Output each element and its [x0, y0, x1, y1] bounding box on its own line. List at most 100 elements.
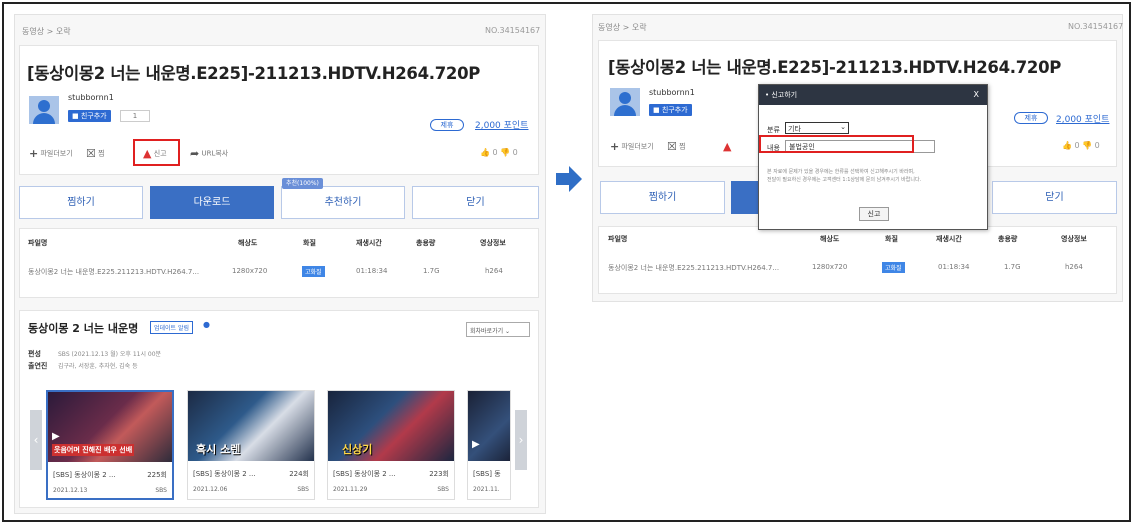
pay-tag-badge: 제휴	[1014, 112, 1048, 124]
post-number: NO.34154167	[1068, 22, 1124, 31]
episode-card[interactable]: 혹시 소렌 [SBS] 동상이몽 2 ... 224회 2021.12.06 S…	[187, 390, 315, 500]
favorite-button[interactable]: ☒ 찜	[86, 147, 105, 160]
avatar	[610, 88, 640, 116]
col-quality: 화질	[885, 235, 898, 243]
col-resolution: 해상도	[238, 239, 258, 247]
col-size: 총용량	[998, 235, 1018, 243]
chevron-down-icon: ⌄	[840, 123, 846, 131]
like-counts[interactable]: 👍 0 👎 0	[1062, 141, 1100, 150]
page-title: [동상이몽2 너는 내운명.E225]-211213.HDTV.H264.720…	[608, 58, 1062, 77]
thumbnail-caption: 신상기	[342, 443, 373, 456]
quality-badge: 고화질	[302, 266, 325, 277]
file-name[interactable]: 동상이몽2 너는 내운명.E225.211213.HDTV.H264.7...	[28, 267, 199, 277]
episode-thumbnail: 웃음어며 진해진 배우 선배 ▶	[48, 392, 172, 462]
report-highlight-box	[133, 139, 180, 166]
report-notice-1: 본 자료에 문제가 있을 경우에는 한류를 선택하여 신고해주시기 바라며,	[767, 169, 915, 175]
url-copy-label: URL복사	[201, 149, 229, 158]
file-table	[598, 226, 1117, 294]
episode-date: 2021.12.06	[193, 486, 228, 493]
download-button[interactable]: 다운로드	[150, 186, 274, 219]
favorite-button[interactable]: ☒ 찜	[667, 140, 686, 153]
col-info: 영상정보	[480, 239, 506, 247]
prev-arrow[interactable]: ‹	[30, 410, 42, 470]
category-label: 분류	[767, 126, 780, 134]
col-quality: 화질	[303, 239, 316, 247]
col-resolution: 해상도	[820, 235, 840, 243]
breadcrumb[interactable]: 동영상 > 오락	[22, 26, 71, 37]
episode-jump-label: 회차바로가기	[470, 328, 504, 335]
file-name[interactable]: 동상이몽2 너는 내운명.E225.211213.HDTV.H264.7...	[608, 263, 779, 273]
like-counts[interactable]: 👍 0 👎 0	[480, 148, 518, 157]
play-icon: ▶	[52, 431, 60, 442]
schedule-label: 편성	[28, 350, 41, 358]
quality-badge: 고화질	[882, 262, 905, 273]
user-plus-icon: ■	[653, 106, 662, 114]
dialog-close-icon[interactable]: X	[974, 85, 979, 105]
add-friend-button[interactable]: ■ 친구추가	[68, 110, 111, 122]
dislike-count: 0	[512, 148, 518, 157]
category-value: 기타	[788, 125, 801, 133]
close-button[interactable]: 닫기	[992, 181, 1117, 214]
update-alert-button[interactable]: 업데이트 알림	[150, 321, 194, 334]
episode-card[interactable]: ▶ [SBS] 동 2021.11.	[467, 390, 511, 500]
episode-number: 224회	[289, 470, 309, 478]
pay-tag-badge: 제휴	[430, 119, 464, 131]
content-highlight-box	[759, 135, 914, 153]
submit-report-button[interactable]: 신고	[859, 207, 889, 221]
add-friend-button[interactable]: ■ 친구추가	[649, 104, 692, 116]
episode-jump-select[interactable]: 회차바로가기 ⌄	[466, 322, 530, 337]
report-dialog-title: • 신고하기	[765, 91, 798, 99]
file-view-label: 파일더보기	[621, 142, 654, 151]
bookmark-icon: ☒	[667, 140, 677, 153]
file-size: 1.7G	[423, 267, 440, 275]
episode-network: SBS	[155, 487, 167, 494]
episode-thumbnail: 신상기	[328, 391, 454, 461]
username[interactable]: stubbornn1	[68, 93, 114, 102]
cast-value: 김구라, 서장훈, 추자현, 김숙 등	[58, 363, 138, 370]
file-size: 1.7G	[1004, 263, 1021, 271]
col-filename: 파일명	[28, 239, 48, 247]
favorite-label: 찜	[98, 149, 105, 158]
next-step-arrow-icon	[556, 166, 582, 192]
col-info: 영상정보	[1061, 235, 1087, 243]
file-duration: 01:18:34	[938, 263, 970, 271]
report-button[interactable]: ▲	[723, 140, 731, 153]
thumbnail-caption: 웃음어며 진해진 배우 선배	[52, 444, 135, 456]
points-price: 2,000 포인트	[475, 121, 529, 131]
thumbs-up-icon: 👍	[1062, 141, 1072, 150]
like-count: 0	[492, 148, 498, 157]
file-table	[19, 228, 539, 298]
episode-title: [SBS] 동	[473, 470, 501, 478]
friend-count: 1	[120, 110, 150, 122]
report-dialog: • 신고하기 X 분류 기타 ⌄ 내용 불법공인 본 자료에 문제가 있을 경우에…	[758, 84, 988, 230]
user-plus-icon: ■	[72, 112, 81, 120]
avatar	[29, 96, 59, 124]
like-count: 0	[1074, 141, 1080, 150]
file-codec: h264	[485, 267, 503, 275]
report-notice-2: 전달이 필요하신 경우에는 고객센터 1:1상담에 문의 남겨주시기 바랍니다.	[767, 177, 922, 183]
schedule-value: SBS (2021.12.13 월) 오후 11시 00분	[58, 351, 162, 358]
col-size: 총용량	[416, 239, 436, 247]
file-view-button[interactable]: + 파일더보기	[610, 140, 654, 153]
report-dialog-title-text: 신고하기	[771, 91, 798, 99]
file-codec: h264	[1065, 263, 1083, 271]
next-arrow[interactable]: ›	[515, 410, 527, 470]
breadcrumb[interactable]: 동영상 > 오락	[598, 22, 647, 33]
close-button[interactable]: 닫기	[412, 186, 539, 219]
username[interactable]: stubbornn1	[649, 88, 695, 97]
recommend-button[interactable]: 추천하기	[281, 186, 405, 219]
program-title: 동상이몽 2 너는 내운명	[28, 322, 139, 335]
episode-card[interactable]: 신상기 [SBS] 동상이몽 2 ... 223회 2021.11.29 SBS	[327, 390, 455, 500]
bookmark-icon: ☒	[86, 147, 96, 160]
wish-button[interactable]: 찜하기	[19, 186, 143, 219]
episode-card[interactable]: 웃음어며 진해진 배우 선배 ▶ [SBS] 동상이몽 2 ... 225회 2…	[46, 390, 174, 500]
info-icon[interactable]: ●	[203, 320, 210, 329]
file-view-button[interactable]: + 파일더보기	[29, 147, 73, 160]
wish-button[interactable]: 찜하기	[600, 181, 725, 214]
add-friend-label: 친구추가	[80, 112, 107, 120]
play-icon: ▶	[472, 439, 480, 450]
chevron-down-icon: ⌄	[505, 328, 511, 335]
file-duration: 01:18:34	[356, 267, 388, 275]
url-copy-button[interactable]: ➦ URL복사	[190, 147, 228, 160]
category-select[interactable]: 기타 ⌄	[785, 122, 849, 134]
